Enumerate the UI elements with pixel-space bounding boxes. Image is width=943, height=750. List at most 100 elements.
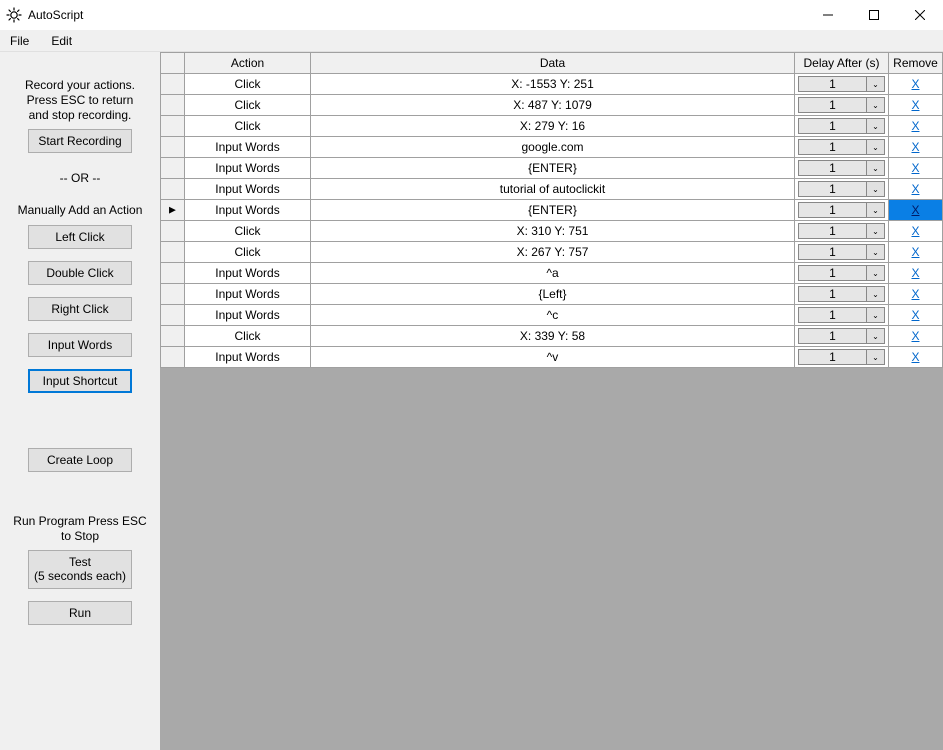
- table-row[interactable]: ClickX: 487 Y: 10791⌄X: [161, 95, 943, 116]
- actions-grid[interactable]: Action Data Delay After (s) Remove Click…: [160, 52, 943, 368]
- chevron-down-icon[interactable]: ⌄: [867, 223, 885, 239]
- remove-link[interactable]: X: [911, 140, 919, 154]
- row-header[interactable]: [161, 116, 185, 137]
- cell-data[interactable]: X: -1553 Y: 251: [311, 74, 795, 95]
- chevron-down-icon[interactable]: ⌄: [867, 97, 885, 113]
- chevron-down-icon[interactable]: ⌄: [867, 118, 885, 134]
- chevron-down-icon[interactable]: ⌄: [867, 76, 885, 92]
- delay-value[interactable]: 1: [798, 202, 867, 218]
- table-row[interactable]: ClickX: 267 Y: 7571⌄ X: [161, 242, 943, 263]
- maximize-button[interactable]: [851, 0, 897, 30]
- table-row[interactable]: Input Words{ENTER}1⌄X: [161, 158, 943, 179]
- delay-value[interactable]: 1: [798, 328, 867, 344]
- table-row[interactable]: ClickX: 339 Y: 581⌄X: [161, 326, 943, 347]
- delay-value[interactable]: 1: [798, 139, 867, 155]
- delay-value[interactable]: 1: [798, 349, 867, 365]
- remove-link[interactable]: X: [911, 266, 919, 280]
- delay-value[interactable]: 1: [798, 265, 867, 281]
- row-header[interactable]: [161, 263, 185, 284]
- remove-link[interactable]: X: [911, 119, 919, 133]
- left-click-button[interactable]: Left Click: [28, 225, 132, 249]
- start-recording-button[interactable]: Start Recording: [28, 129, 132, 153]
- cell-data[interactable]: {Left}: [311, 284, 795, 305]
- table-row[interactable]: Input Words{Left}1⌄X: [161, 284, 943, 305]
- table-row[interactable]: Input Words^a1⌄X: [161, 263, 943, 284]
- delay-value[interactable]: 1: [798, 244, 867, 260]
- cell-remove[interactable]: X: [889, 263, 943, 284]
- cell-remove[interactable]: X: [889, 221, 943, 242]
- col-header-delay[interactable]: Delay After (s): [795, 53, 889, 74]
- cell-delay[interactable]: 1⌄: [795, 158, 889, 179]
- cell-remove[interactable]: X: [889, 284, 943, 305]
- row-header[interactable]: [161, 200, 185, 221]
- row-header[interactable]: [161, 305, 185, 326]
- cell-delay[interactable]: 1⌄: [795, 221, 889, 242]
- input-shortcut-button[interactable]: Input Shortcut: [28, 369, 132, 393]
- remove-link[interactable]: X: [911, 245, 919, 259]
- cell-remove[interactable]: X: [889, 305, 943, 326]
- cell-action[interactable]: Click: [185, 326, 311, 347]
- row-header[interactable]: [161, 221, 185, 242]
- cell-action[interactable]: Click: [185, 116, 311, 137]
- cell-action[interactable]: Input Words: [185, 263, 311, 284]
- cell-delay[interactable]: 1⌄: [795, 284, 889, 305]
- cell-action[interactable]: Click: [185, 242, 311, 263]
- table-row[interactable]: Input Wordsgoogle.com1⌄X: [161, 137, 943, 158]
- cell-remove[interactable]: X: [889, 116, 943, 137]
- delay-value[interactable]: 1: [798, 76, 867, 92]
- cell-delay[interactable]: 1⌄: [795, 305, 889, 326]
- cell-delay[interactable]: 1⌄: [795, 137, 889, 158]
- cell-data[interactable]: X: 310 Y: 751: [311, 221, 795, 242]
- cell-action[interactable]: Click: [185, 221, 311, 242]
- chevron-down-icon[interactable]: ⌄: [867, 139, 885, 155]
- cell-delay[interactable]: 1⌄: [795, 74, 889, 95]
- col-header-data[interactable]: Data: [311, 53, 795, 74]
- row-header[interactable]: [161, 347, 185, 368]
- chevron-down-icon[interactable]: ⌄: [867, 328, 885, 344]
- cell-delay[interactable]: 1⌄: [795, 326, 889, 347]
- cell-data[interactable]: ^a: [311, 263, 795, 284]
- cell-delay[interactable]: 1⌄: [795, 242, 889, 263]
- cell-action[interactable]: Click: [185, 74, 311, 95]
- row-header[interactable]: [161, 326, 185, 347]
- remove-link[interactable]: X: [911, 308, 919, 322]
- cell-action[interactable]: Input Words: [185, 200, 311, 221]
- remove-link[interactable]: X: [911, 203, 919, 217]
- cell-delay[interactable]: 1⌄: [795, 347, 889, 368]
- delay-value[interactable]: 1: [798, 118, 867, 134]
- cell-action[interactable]: Input Words: [185, 137, 311, 158]
- row-header[interactable]: [161, 137, 185, 158]
- row-header[interactable]: [161, 158, 185, 179]
- test-button[interactable]: Test (5 seconds each): [28, 550, 132, 589]
- remove-link[interactable]: X: [911, 350, 919, 364]
- remove-link[interactable]: X: [911, 329, 919, 343]
- row-header[interactable]: [161, 284, 185, 305]
- run-button[interactable]: Run: [28, 601, 132, 625]
- delay-value[interactable]: 1: [798, 181, 867, 197]
- delay-value[interactable]: 1: [798, 223, 867, 239]
- input-words-button[interactable]: Input Words: [28, 333, 132, 357]
- col-header-action[interactable]: Action: [185, 53, 311, 74]
- chevron-down-icon[interactable]: ⌄: [867, 244, 885, 260]
- cell-action[interactable]: Click: [185, 95, 311, 116]
- table-row[interactable]: ClickX: 310 Y: 7511⌄ X: [161, 221, 943, 242]
- remove-link[interactable]: X: [911, 98, 919, 112]
- cell-remove[interactable]: X: [889, 137, 943, 158]
- remove-link[interactable]: X: [911, 77, 919, 91]
- cell-data[interactable]: X: 267 Y: 757: [311, 242, 795, 263]
- cell-delay[interactable]: 1⌄: [795, 116, 889, 137]
- cell-remove[interactable]: X: [889, 74, 943, 95]
- cell-delay[interactable]: 1⌄: [795, 200, 889, 221]
- cell-data[interactable]: {ENTER}: [311, 158, 795, 179]
- cell-remove[interactable]: X: [889, 95, 943, 116]
- row-header[interactable]: [161, 179, 185, 200]
- menu-file[interactable]: File: [10, 34, 29, 48]
- cell-action[interactable]: Input Words: [185, 305, 311, 326]
- table-row[interactable]: ClickX: -1553 Y: 2511⌄ X: [161, 74, 943, 95]
- row-header[interactable]: [161, 95, 185, 116]
- cell-delay[interactable]: 1⌄: [795, 95, 889, 116]
- chevron-down-icon[interactable]: ⌄: [867, 160, 885, 176]
- remove-link[interactable]: X: [911, 224, 919, 238]
- delay-value[interactable]: 1: [798, 160, 867, 176]
- table-row[interactable]: ClickX: 279 Y: 161⌄X: [161, 116, 943, 137]
